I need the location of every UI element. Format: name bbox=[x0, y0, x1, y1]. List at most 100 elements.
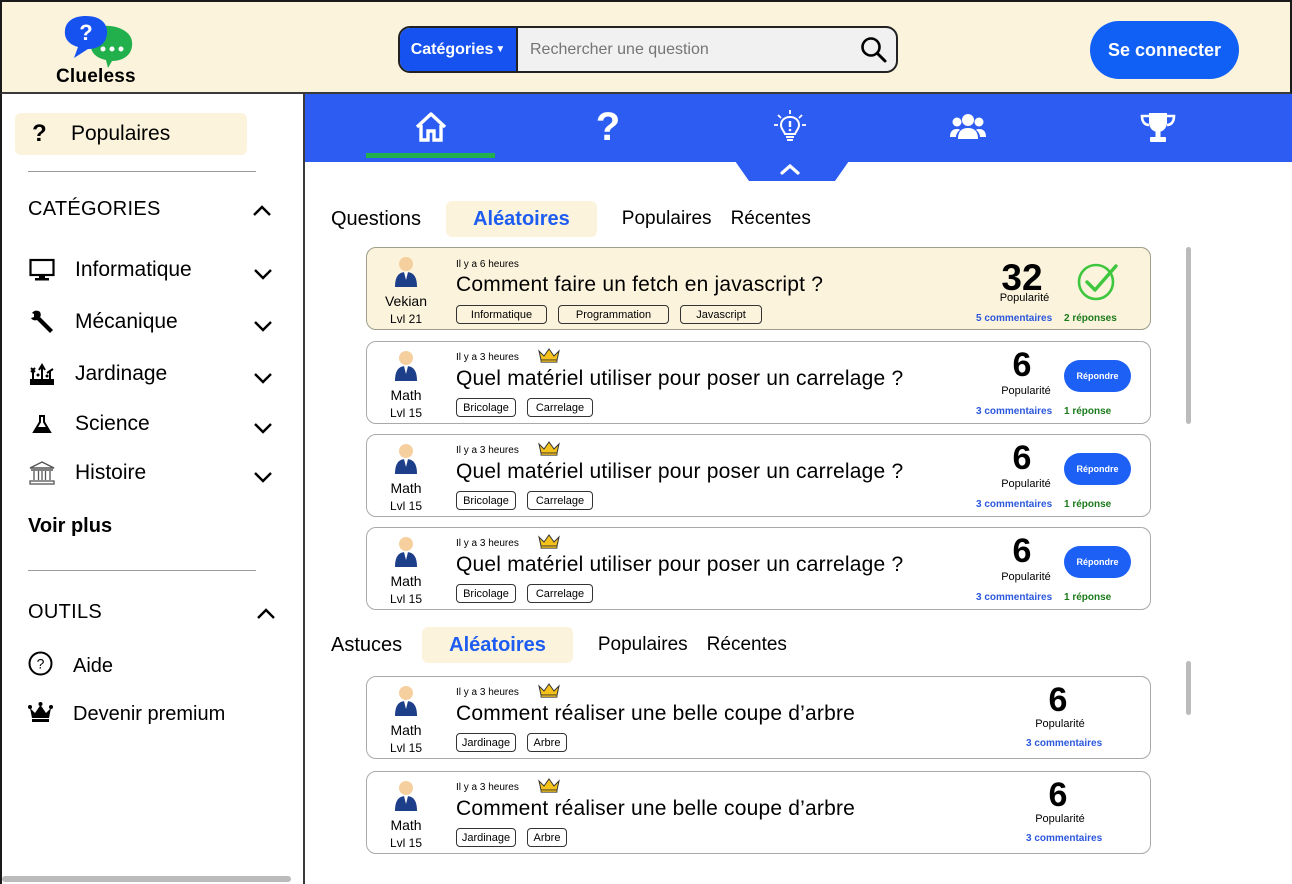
sidebar-item-science[interactable]: Science bbox=[28, 409, 288, 439]
popularity-label: Popularité bbox=[1001, 385, 1051, 397]
tab-populaires[interactable]: Populaires bbox=[598, 634, 688, 656]
popularity-label: Popularité bbox=[1035, 718, 1085, 730]
timestamp: Il y a 3 heures bbox=[456, 445, 519, 456]
trophy-icon bbox=[1140, 113, 1176, 142]
tag[interactable]: Programmation bbox=[558, 305, 669, 324]
tab-questions[interactable]: ? bbox=[543, 94, 673, 160]
question-card[interactable]: Math Lvl 15 Il y a 3 heures Quel matérie… bbox=[366, 341, 1151, 424]
popularity-score: 6 bbox=[1012, 532, 1032, 570]
tab-populaires[interactable]: Populaires bbox=[622, 208, 712, 230]
answers-count[interactable]: 1 réponse bbox=[1064, 499, 1111, 510]
tag[interactable]: Arbre bbox=[527, 828, 567, 847]
museum-icon bbox=[28, 460, 56, 486]
comments-count[interactable]: 3 commentaires bbox=[976, 406, 1052, 417]
tip-title[interactable]: Comment réaliser une belle coupe d’arbre bbox=[456, 797, 855, 821]
answers-count[interactable]: 2 réponses bbox=[1064, 313, 1117, 324]
premium-crown-icon bbox=[538, 441, 560, 456]
question-title[interactable]: Quel matériel utiliser pour poser un car… bbox=[456, 367, 903, 391]
chevron-up-icon[interactable] bbox=[256, 606, 276, 620]
avatar bbox=[395, 781, 417, 811]
search-bar: Catégories ▼ bbox=[398, 26, 898, 73]
tag[interactable]: Informatique bbox=[456, 305, 547, 324]
sidebar-item-label: Science bbox=[75, 412, 150, 435]
question-card[interactable]: Math Lvl 15 Il y a 3 heures Quel matérie… bbox=[366, 434, 1151, 517]
logo[interactable]: ? Clueless bbox=[56, 14, 146, 90]
nav-collapse-toggle[interactable] bbox=[735, 161, 849, 181]
login-button[interactable]: Se connecter bbox=[1090, 21, 1239, 79]
tag[interactable]: Bricolage bbox=[456, 491, 516, 510]
tag[interactable]: Bricolage bbox=[456, 398, 516, 417]
popularity-label: Popularité bbox=[1035, 813, 1085, 825]
tag[interactable]: Jardinage bbox=[456, 828, 516, 847]
categories-dropdown[interactable]: Catégories ▼ bbox=[400, 28, 518, 71]
search-icon[interactable] bbox=[852, 28, 896, 71]
sidebar-item-premium[interactable]: Devenir premium bbox=[28, 699, 225, 729]
tips-scrollbar[interactable] bbox=[1186, 661, 1191, 715]
avatar bbox=[395, 537, 417, 567]
tab-leaderboard[interactable] bbox=[1093, 94, 1223, 160]
user-level: Lvl 15 bbox=[389, 406, 423, 420]
voir-plus-link[interactable]: Voir plus bbox=[28, 515, 112, 538]
answers-count[interactable]: 1 réponse bbox=[1064, 592, 1111, 603]
tag[interactable]: Bricolage bbox=[456, 584, 516, 603]
active-tab-indicator bbox=[366, 153, 495, 158]
popularity-label: Popularité bbox=[999, 292, 1050, 304]
sidebar-item-label: Histoire bbox=[75, 461, 147, 484]
comments-count[interactable]: 3 commentaires bbox=[976, 499, 1052, 510]
timestamp: Il y a 3 heures bbox=[456, 352, 519, 363]
question-title[interactable]: Comment faire un fetch en javascript ? bbox=[456, 273, 823, 297]
tab-recentes[interactable]: Récentes bbox=[707, 634, 787, 656]
comments-count[interactable]: 3 commentaires bbox=[1026, 833, 1102, 844]
horizontal-scrollbar[interactable] bbox=[2, 876, 291, 882]
monitor-icon bbox=[28, 257, 56, 283]
tag[interactable]: Carrelage bbox=[527, 398, 593, 417]
question-title[interactable]: Quel matériel utiliser pour poser un car… bbox=[456, 460, 903, 484]
tag[interactable]: Javascript bbox=[680, 305, 762, 324]
sidebar-item-mecanique[interactable]: Mécanique bbox=[28, 307, 288, 337]
chevron-down-icon[interactable] bbox=[253, 470, 273, 484]
answer-button[interactable]: Répondre bbox=[1064, 546, 1131, 578]
question-title[interactable]: Quel matériel utiliser pour poser un car… bbox=[456, 553, 903, 577]
comments-count[interactable]: 3 commentaires bbox=[1026, 738, 1102, 749]
tip-title[interactable]: Comment réaliser une belle coupe d’arbre bbox=[456, 702, 855, 726]
answer-button[interactable]: Répondre bbox=[1064, 453, 1131, 485]
answer-button[interactable]: Répondre bbox=[1064, 360, 1131, 392]
sidebar-item-populaires[interactable]: ? Populaires bbox=[15, 113, 247, 155]
tag[interactable]: Carrelage bbox=[527, 491, 593, 510]
chevron-down-icon[interactable] bbox=[253, 267, 273, 281]
comments-count[interactable]: 5 commentaires bbox=[976, 313, 1052, 324]
sidebar-item-jardinage[interactable]: Jardinage bbox=[28, 359, 288, 389]
comments-count[interactable]: 3 commentaires bbox=[976, 592, 1052, 603]
tag[interactable]: Carrelage bbox=[527, 584, 593, 603]
popularity-label: Popularité bbox=[1001, 571, 1051, 583]
question-card[interactable]: Math Lvl 15 Il y a 3 heures Quel matérie… bbox=[366, 527, 1151, 610]
tools-title: OUTILS bbox=[28, 601, 103, 623]
categories-dropdown-label: Catégories bbox=[410, 40, 494, 58]
question-icon: ? bbox=[596, 108, 620, 146]
chevron-up-icon[interactable] bbox=[252, 203, 272, 217]
answers-count[interactable]: 1 réponse bbox=[1064, 406, 1111, 417]
questions-scrollbar[interactable] bbox=[1186, 247, 1191, 424]
sidebar-item-informatique[interactable]: Informatique bbox=[28, 255, 288, 285]
chevron-down-icon[interactable] bbox=[253, 421, 273, 435]
timestamp: Il y a 3 heures bbox=[456, 782, 519, 793]
chevron-down-icon[interactable] bbox=[253, 319, 273, 333]
chevron-down-icon[interactable] bbox=[253, 371, 273, 385]
divider bbox=[28, 171, 256, 172]
avatar bbox=[395, 257, 417, 287]
tab-recentes[interactable]: Récentes bbox=[731, 208, 811, 230]
tab-astuces[interactable] bbox=[725, 94, 855, 160]
tab-aleatoires[interactable]: Aléatoires bbox=[422, 627, 573, 663]
tip-card[interactable]: Math Lvl 15 Il y a 3 heures Comment réal… bbox=[366, 676, 1151, 759]
premium-crown-icon bbox=[538, 683, 560, 698]
question-card[interactable]: Vekian Lvl 21 Il y a 6 heures Comment fa… bbox=[366, 247, 1151, 330]
tag[interactable]: Arbre bbox=[527, 733, 567, 752]
tip-card[interactable]: Math Lvl 15 Il y a 3 heures Comment réal… bbox=[366, 771, 1151, 854]
search-input[interactable] bbox=[518, 28, 852, 71]
tab-community[interactable] bbox=[903, 94, 1033, 160]
sidebar-item-histoire[interactable]: Histoire bbox=[28, 458, 288, 488]
tab-aleatoires[interactable]: Aléatoires bbox=[446, 201, 597, 237]
sidebar-item-aide[interactable]: ? Aide bbox=[28, 651, 113, 681]
tab-home[interactable] bbox=[366, 94, 496, 160]
tag[interactable]: Jardinage bbox=[456, 733, 516, 752]
